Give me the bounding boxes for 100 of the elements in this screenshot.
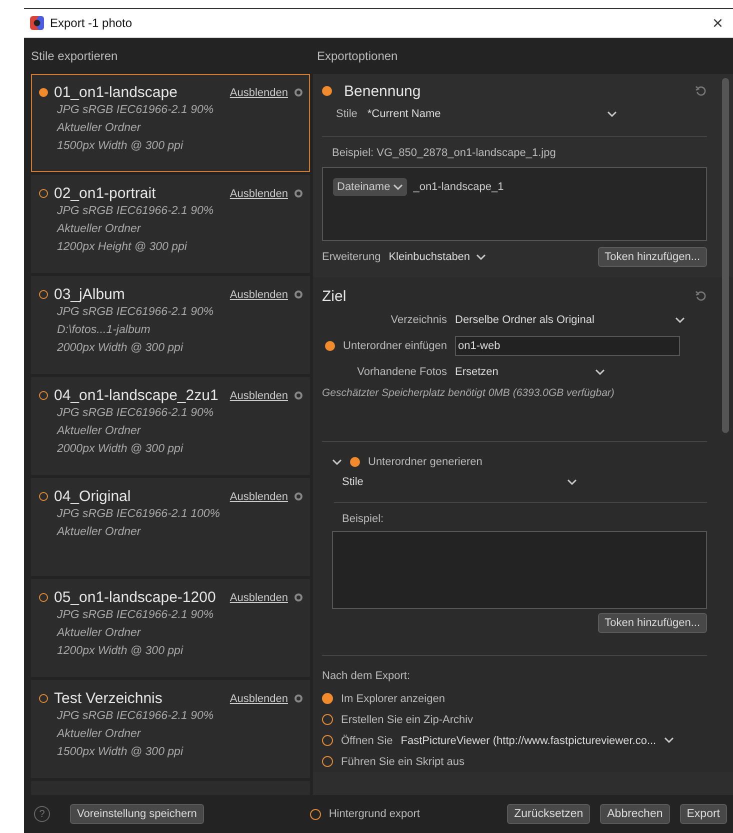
reset-icon[interactable] — [695, 85, 707, 97]
example-field[interactable] — [332, 531, 707, 609]
dialog-button[interactable]: Zurücksetzen — [507, 804, 590, 824]
panel-heading: Stile exportieren — [31, 48, 119, 65]
style-detail: JPG sRGB IEC61966-2.1 90% — [57, 709, 215, 724]
token-field[interactable]: Dateiname _on1-landscape_1 — [322, 167, 707, 241]
status-dot — [39, 88, 48, 97]
option-label: Im Explorer anzeigen — [341, 692, 445, 704]
chevron-down-icon — [393, 184, 404, 190]
status-dot — [39, 694, 48, 703]
style-detail: 2000px Width @ 300 ppi — [57, 442, 184, 457]
extension-dropdown[interactable]: Kleinbuchstaben — [388, 251, 486, 263]
style-card[interactable]: Test Verzeichnis Ausblenden JPG sRGB IEC61966-2.1 90% Aktueller Ordner 1500px Width @ 300 ppi — [31, 680, 310, 778]
style-detail: JPG sRGB IEC61966-2.1 90% — [57, 406, 215, 421]
style-detail: Aktueller Ordner — [57, 121, 142, 136]
style-name: 03_jAlbum — [54, 286, 126, 303]
style-detail: 1200px Width @ 300 ppi — [57, 644, 184, 659]
gear-icon[interactable] — [294, 694, 303, 703]
chevron-down-icon[interactable] — [332, 458, 342, 466]
style-detail: JPG sRGB IEC61966-2.1 100% — [57, 507, 221, 522]
add-token-button[interactable]: Token hinzufügen... — [598, 247, 707, 267]
hide-link[interactable]: Ausblenden — [230, 490, 288, 502]
add-token-button[interactable]: Token hinzufügen... — [598, 613, 707, 633]
storage-note: Geschätzter Speicherplatz benötigt 0MB (6393.0GB verfügbar) — [322, 387, 616, 399]
chevron-down-icon — [595, 368, 605, 376]
option-label: Öffnen Sie — [341, 734, 393, 746]
directory-dropdown[interactable]: Derselbe Ordner als Original — [455, 314, 685, 326]
option-label: Führen Sie ein Skript aus — [341, 756, 465, 768]
style-detail: JPG sRGB IEC61966-2.1 90% — [57, 204, 215, 219]
scrollbar[interactable] — [722, 78, 729, 433]
style-card[interactable]: 04_on1-landscape_2zu1 Ausblenden JPG sRGB IEC61966-2.1 90% Aktueller Ordner 2000px Width @ 300 ppi — [31, 377, 310, 475]
gear-icon[interactable] — [294, 593, 303, 602]
chevron-down-icon — [664, 737, 674, 744]
style-card[interactable]: 03_jAlbum Ausblenden JPG sRGB IEC61966-2.1 90% D:\fotos...1-jalbum 2000px Width @ 300 ppi — [31, 276, 310, 374]
subfolder-input[interactable]: on1-web — [455, 336, 680, 356]
style-detail: Aktueller Ordner — [57, 424, 142, 439]
chevron-down-icon — [675, 316, 685, 324]
gear-icon[interactable] — [294, 189, 303, 198]
gear-icon[interactable] — [294, 88, 303, 97]
status-dot — [39, 290, 48, 299]
hide-link[interactable]: Ausblenden — [230, 592, 288, 604]
example-label: Beispiel: — [341, 513, 385, 525]
style-detail: 1500px Width @ 300 ppi — [57, 745, 184, 760]
field-label: Vorhandene Fotos — [356, 366, 447, 378]
style-name: 04_on1-landscape_2zu1 — [54, 387, 220, 404]
section-title: Benennung — [344, 82, 422, 100]
toggle-dot[interactable] — [322, 86, 332, 96]
help-button[interactable]: ? — [34, 806, 50, 822]
section-title: Ziel — [322, 288, 348, 304]
toggle-dot[interactable] — [350, 457, 360, 467]
gear-icon[interactable] — [294, 492, 303, 501]
status-dot — [39, 189, 48, 198]
hide-link[interactable]: Ausblenden — [230, 288, 288, 300]
style-card[interactable]: 01_on1-landscape Ausblenden JPG sRGB IEC61966-2.1 90% Aktueller Ordner 1500px Width @ 300 ppi — [31, 74, 310, 172]
gear-icon[interactable] — [294, 290, 303, 299]
field-label: Verzeichnis — [390, 314, 447, 326]
application-dropdown[interactable]: FastPictureViewer (http://www.fastpictureviewer.co... — [400, 734, 674, 746]
status-dot — [39, 492, 48, 501]
section-label: Nach dem Export: — [322, 670, 412, 682]
style-name: 05_on1-landscape-1200 — [54, 589, 217, 606]
token-chip[interactable]: Dateiname — [333, 178, 408, 196]
gear-icon[interactable] — [294, 391, 303, 400]
dialog-button[interactable]: Export — [680, 804, 727, 824]
existing-photos-dropdown[interactable]: Ersetzen — [455, 366, 605, 378]
style-detail: 2000px Width @ 300 ppi — [57, 341, 184, 356]
reset-icon[interactable] — [695, 290, 707, 302]
radio-button[interactable] — [322, 735, 333, 746]
hide-link[interactable]: Ausblenden — [230, 86, 288, 98]
hide-link[interactable]: Ausblenden — [230, 692, 288, 704]
field-label: Unterordner einfügen — [343, 340, 447, 352]
hide-link[interactable]: Ausblenden — [230, 390, 288, 402]
chevron-down-icon — [607, 110, 618, 118]
style-name: Test Verzeichnis — [54, 690, 164, 707]
style-name: 04_Original — [54, 488, 132, 505]
radio-button[interactable] — [322, 714, 333, 725]
chevron-down-icon — [476, 254, 486, 260]
style-card[interactable]: 04_Original Ausblenden JPG sRGB IEC61966-2.1 100% Aktueller Ordner — [31, 478, 310, 576]
style-dropdown[interactable]: *Current Name — [367, 108, 618, 120]
radio-button[interactable] — [310, 808, 321, 820]
app-logo-icon — [30, 16, 44, 30]
style-detail: Aktueller Ordner — [57, 727, 142, 742]
dialog-button[interactable]: Abbrechen — [600, 804, 670, 824]
style-card[interactable]: 05_on1-landscape-1200 Ausblenden JPG sRGB IEC61966-2.1 90% Aktueller Ordner 1200px Width @ 300 ppi — [31, 579, 310, 677]
save-preset-button[interactable]: Voreinstellung speichern — [70, 804, 204, 824]
option-label: Erstellen Sie ein Zip-Archiv — [341, 714, 474, 726]
style-detail: 1500px Width @ 300 ppi — [57, 139, 184, 154]
style-card[interactable]: 02_on1-portrait Ausblenden JPG sRGB IEC61966-2.1 90% Aktueller Ordner 1200px Height @ 300 ppi — [31, 175, 310, 273]
style-detail: 1200px Height @ 300 ppi — [57, 240, 188, 255]
example-text: Beispiel: VG_850_2878_on1-landscape_1.jpg — [331, 147, 557, 159]
hide-link[interactable]: Ausblenden — [230, 188, 288, 200]
style-detail: JPG sRGB IEC61966-2.1 90% — [57, 103, 215, 118]
chevron-down-icon — [567, 478, 577, 486]
toggle-dot[interactable] — [325, 341, 336, 351]
style-detail: Aktueller Ordner — [57, 626, 142, 641]
style-dropdown[interactable]: Stile — [342, 476, 577, 488]
radio-button[interactable] — [322, 693, 333, 704]
close-button[interactable]: × — [702, 12, 733, 34]
radio-button[interactable] — [322, 756, 333, 767]
style-detail: JPG sRGB IEC61966-2.1 90% — [57, 608, 215, 623]
status-dot — [39, 593, 48, 602]
